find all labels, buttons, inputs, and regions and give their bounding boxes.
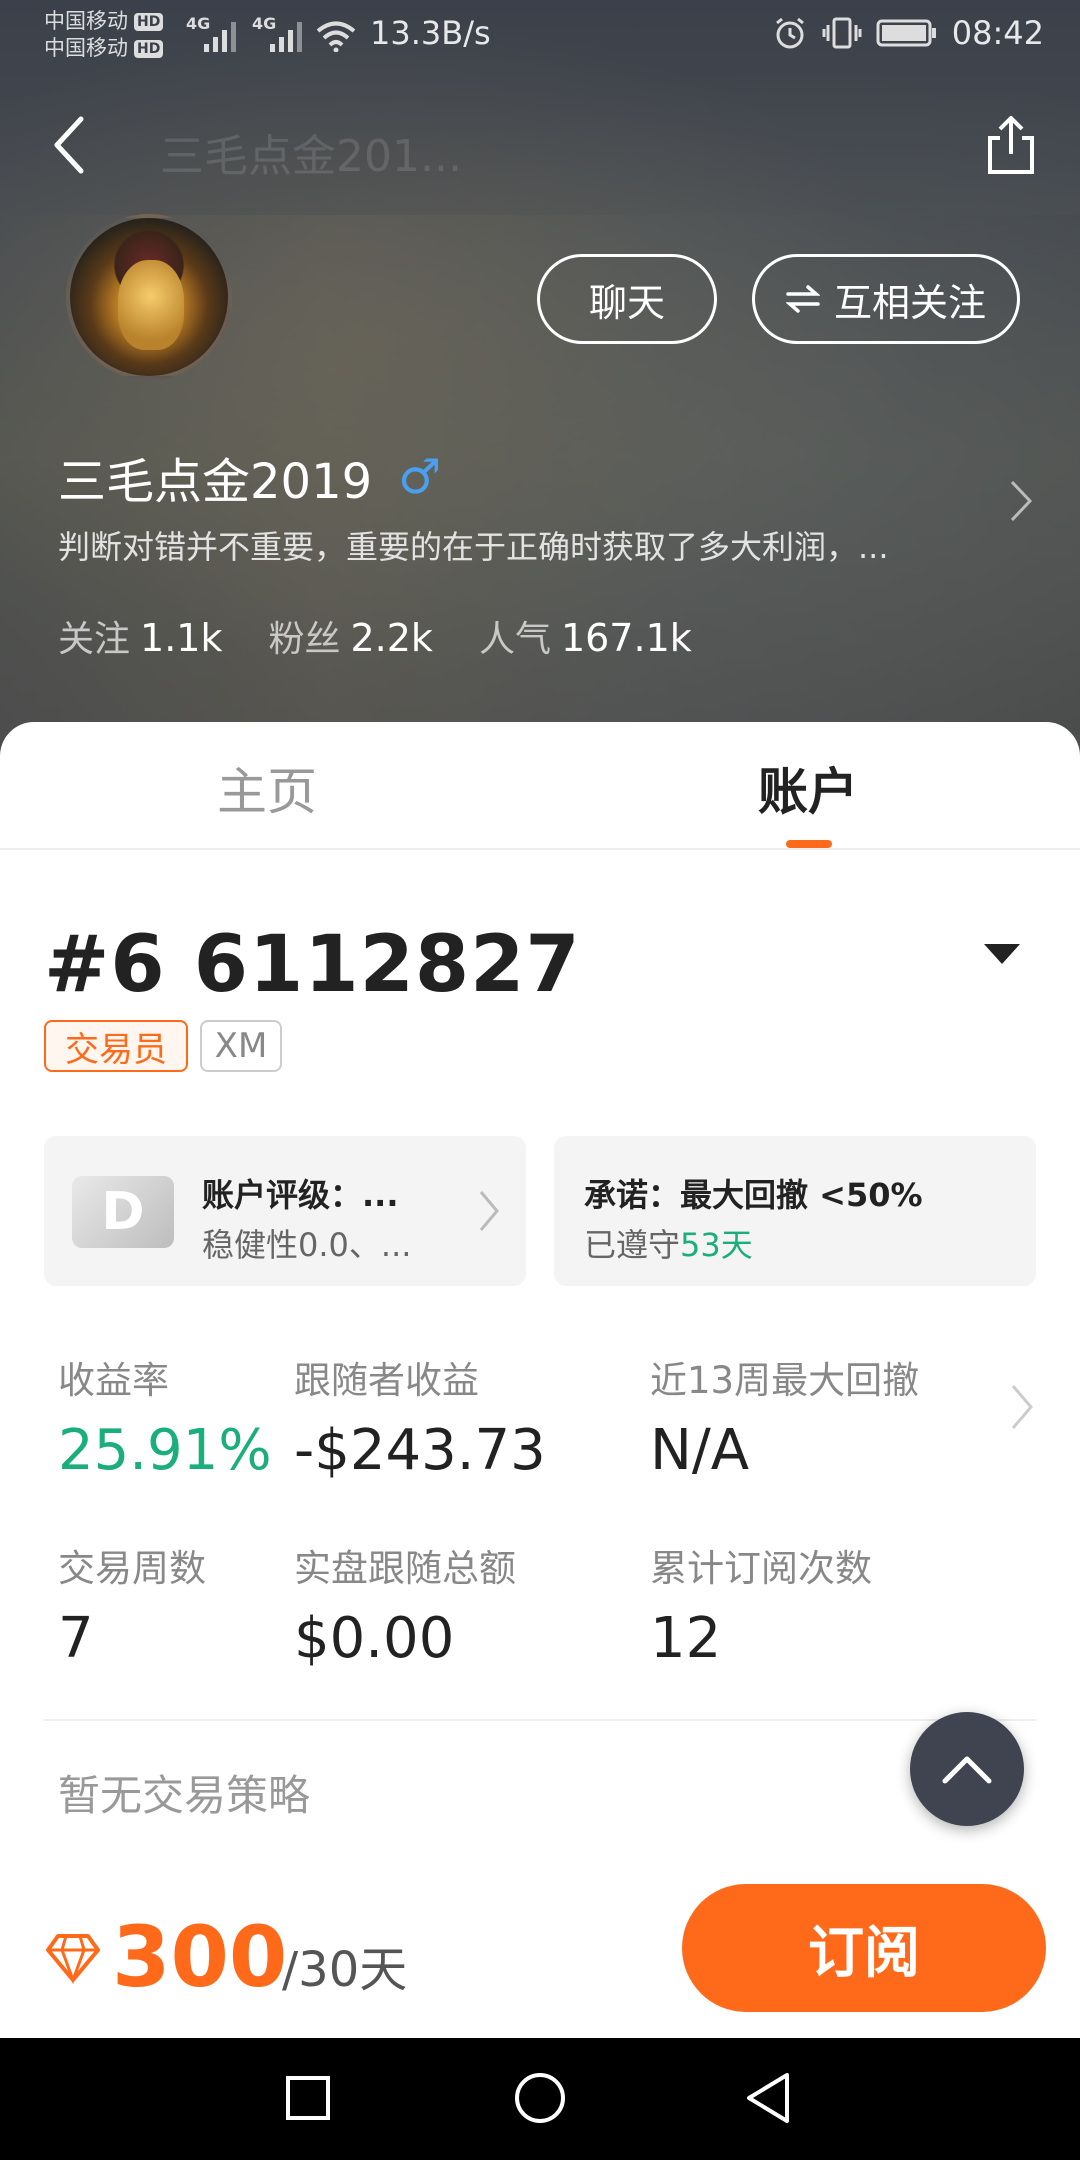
mutual-follow-button[interactable]: 互相关注 <box>752 254 1020 344</box>
role-tag: 交易员 <box>44 1020 188 1072</box>
hd-badge-2: HD <box>134 39 164 58</box>
chevron-right-icon <box>479 1191 499 1231</box>
carrier-1: 中国移动 <box>44 9 128 33</box>
clock: 08:42 <box>951 14 1044 52</box>
circle-icon <box>515 2073 565 2123</box>
gender-male-icon: ♂ <box>398 449 442 505</box>
diamond-icon <box>46 1934 100 1984</box>
nav-title: 三毛点金201... <box>160 131 462 182</box>
carrier-2: 中国移动 <box>44 36 128 60</box>
tab-home[interactable]: 主页 <box>217 752 317 824</box>
promise-days: 53天 <box>680 1226 753 1264</box>
share-button[interactable] <box>976 110 1046 180</box>
caret-down-icon[interactable] <box>984 944 1020 964</box>
grade-badge: D <box>72 1176 174 1248</box>
back-nav-button[interactable] <box>738 2068 798 2128</box>
swap-arrows-icon <box>785 285 820 313</box>
promise-status: 已遵守53天 <box>584 1226 753 1264</box>
tab-active-indicator <box>786 840 832 848</box>
signal-icon-2 <box>270 16 302 52</box>
scroll-to-top-button[interactable] <box>910 1712 1024 1826</box>
home-button[interactable] <box>510 2068 570 2128</box>
chevron-right-icon[interactable] <box>1008 1382 1036 1432</box>
triangle-back-icon <box>747 2073 789 2123</box>
chevron-up-icon <box>942 1756 992 1784</box>
promise-card: 承诺：最大回撤 <50% 已遵守53天 <box>554 1136 1036 1286</box>
metric-trading-weeks: 交易周数 7 <box>58 1547 206 1671</box>
mutual-follow-label: 互相关注 <box>833 280 986 325</box>
top-nav: 三毛点金201... <box>0 90 1080 200</box>
chevron-left-icon <box>54 116 84 174</box>
tab-account[interactable]: 账户 <box>758 752 858 824</box>
username-row: 三毛点金2019 ♂ <box>58 442 441 512</box>
carrier-info: 中国移动 HD 中国移动 HD <box>44 8 164 62</box>
hd-badge-1: HD <box>134 12 164 31</box>
rating-subtitle: 稳健性0.0、... <box>202 1226 412 1264</box>
alarm-icon <box>775 17 804 49</box>
signal-icon <box>204 16 236 52</box>
subscribe-button-label: 订阅 <box>808 1920 920 1986</box>
price: 300 <box>112 1908 288 2006</box>
avatar-image <box>118 260 184 350</box>
stat-followers[interactable]: 粉丝 2.2k <box>268 610 432 662</box>
subscribe-button[interactable]: 订阅 <box>682 1884 1046 2012</box>
metric-return-rate: 收益率 25.91% <box>58 1359 272 1483</box>
square-icon <box>286 2076 330 2120</box>
account-sheet: 主页 账户 #6 6112827 交易员 XM D 账户评级：... 稳健性0.… <box>0 722 1080 2038</box>
metric-follower-profit: 跟随者收益 -$243.73 <box>294 1359 546 1483</box>
divider <box>44 1719 1036 1721</box>
promise-title: 承诺：最大回撤 <50% <box>584 1176 923 1214</box>
chat-button[interactable]: 聊天 <box>537 254 717 344</box>
account-id: #6 6112827 <box>44 920 581 1010</box>
profile-stats: 关注 1.1k 粉丝 2.2k 人气 167.1k <box>58 610 692 662</box>
back-button[interactable] <box>34 110 104 180</box>
strategy-empty-text: 暂无交易策略 <box>58 1771 311 1820</box>
account-rating-card[interactable]: D 账户评级：... 稳健性0.0、... <box>44 1136 526 1286</box>
broker-tag: XM <box>200 1020 282 1072</box>
recents-button[interactable] <box>278 2068 338 2128</box>
stat-following[interactable]: 关注 1.1k <box>58 610 222 662</box>
wifi-icon <box>316 21 356 52</box>
metric-live-follow-total: 实盘跟随总额 $0.00 <box>294 1547 516 1671</box>
system-nav-bar <box>0 2038 1080 2160</box>
stat-popularity: 人气 167.1k <box>478 616 692 660</box>
username: 三毛点金2019 <box>58 454 373 510</box>
metric-subscription-count: 累计订阅次数 12 <box>650 1547 872 1671</box>
battery-icon <box>876 19 936 47</box>
rating-title: 账户评级：... <box>202 1176 399 1214</box>
price-period: /30天 <box>282 1942 408 1998</box>
status-bar: 中国移动 HD 中国移动 HD 4G 4G 13.3B/s 08:42 <box>0 0 1080 72</box>
vibrate-icon <box>822 17 862 49</box>
tab-bar: 主页 账户 <box>0 722 1080 850</box>
chat-button-label: 聊天 <box>588 280 665 325</box>
net-speed: 13.3B/s <box>370 14 491 52</box>
chevron-right-icon[interactable] <box>1006 478 1036 524</box>
metric-max-drawdown[interactable]: 近13周最大回撤 N/A <box>650 1350 919 1483</box>
bio[interactable]: 判断对错并不重要，重要的在于正确时获取了多大利润，... <box>58 522 978 568</box>
share-icon <box>988 116 1034 174</box>
avatar[interactable] <box>66 214 232 380</box>
subscribe-bar: 300 /30天 订阅 <box>0 1860 1080 2038</box>
